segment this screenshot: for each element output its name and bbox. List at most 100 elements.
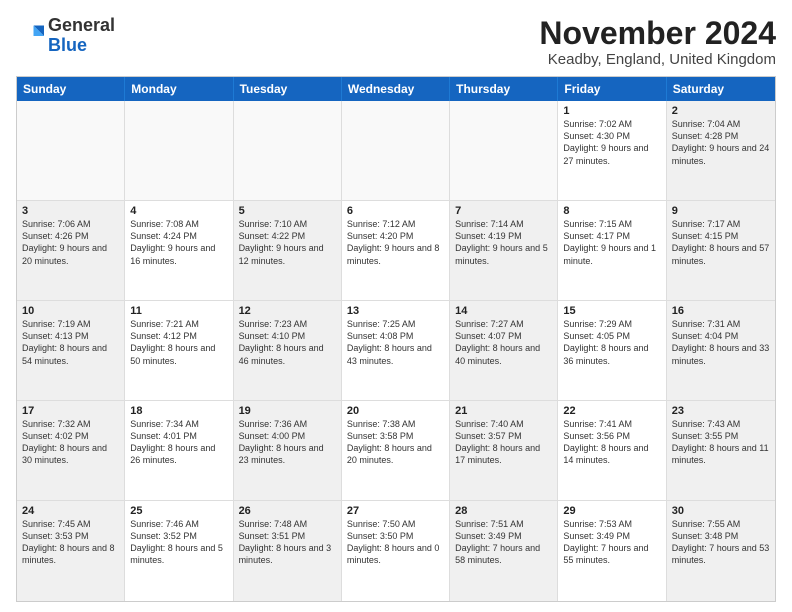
weekday-header: Thursday bbox=[450, 77, 558, 101]
day-info: Sunrise: 7:53 AM Sunset: 3:49 PM Dayligh… bbox=[563, 518, 660, 567]
day-info: Sunrise: 7:34 AM Sunset: 4:01 PM Dayligh… bbox=[130, 418, 227, 467]
day-info: Sunrise: 7:14 AM Sunset: 4:19 PM Dayligh… bbox=[455, 218, 552, 267]
calendar-cell: 4Sunrise: 7:08 AM Sunset: 4:24 PM Daylig… bbox=[125, 201, 233, 300]
calendar-cell: 9Sunrise: 7:17 AM Sunset: 4:15 PM Daylig… bbox=[667, 201, 775, 300]
weekday-header: Tuesday bbox=[234, 77, 342, 101]
calendar-cell: 18Sunrise: 7:34 AM Sunset: 4:01 PM Dayli… bbox=[125, 401, 233, 500]
day-number: 19 bbox=[239, 405, 336, 417]
calendar-cell: 28Sunrise: 7:51 AM Sunset: 3:49 PM Dayli… bbox=[450, 501, 558, 601]
calendar-header: SundayMondayTuesdayWednesdayThursdayFrid… bbox=[17, 77, 775, 101]
calendar: SundayMondayTuesdayWednesdayThursdayFrid… bbox=[16, 76, 776, 602]
day-info: Sunrise: 7:12 AM Sunset: 4:20 PM Dayligh… bbox=[347, 218, 444, 267]
day-info: Sunrise: 7:43 AM Sunset: 3:55 PM Dayligh… bbox=[672, 418, 770, 467]
calendar-cell: 16Sunrise: 7:31 AM Sunset: 4:04 PM Dayli… bbox=[667, 301, 775, 400]
day-info: Sunrise: 7:41 AM Sunset: 3:56 PM Dayligh… bbox=[563, 418, 660, 467]
calendar-row: 10Sunrise: 7:19 AM Sunset: 4:13 PM Dayli… bbox=[17, 301, 775, 401]
logo-general: General bbox=[48, 16, 115, 36]
calendar-cell: 26Sunrise: 7:48 AM Sunset: 3:51 PM Dayli… bbox=[234, 501, 342, 601]
calendar-row: 3Sunrise: 7:06 AM Sunset: 4:26 PM Daylig… bbox=[17, 201, 775, 301]
calendar-cell: 22Sunrise: 7:41 AM Sunset: 3:56 PM Dayli… bbox=[558, 401, 666, 500]
day-number: 11 bbox=[130, 305, 227, 317]
day-info: Sunrise: 7:08 AM Sunset: 4:24 PM Dayligh… bbox=[130, 218, 227, 267]
calendar-cell: 29Sunrise: 7:53 AM Sunset: 3:49 PM Dayli… bbox=[558, 501, 666, 601]
day-number: 1 bbox=[563, 105, 660, 117]
calendar-cell: 7Sunrise: 7:14 AM Sunset: 4:19 PM Daylig… bbox=[450, 201, 558, 300]
day-info: Sunrise: 7:21 AM Sunset: 4:12 PM Dayligh… bbox=[130, 318, 227, 367]
calendar-cell bbox=[450, 101, 558, 200]
day-number: 20 bbox=[347, 405, 444, 417]
day-number: 17 bbox=[22, 405, 119, 417]
logo-icon bbox=[16, 22, 44, 50]
page: General Blue November 2024 Keadby, Engla… bbox=[0, 0, 792, 612]
calendar-cell: 23Sunrise: 7:43 AM Sunset: 3:55 PM Dayli… bbox=[667, 401, 775, 500]
calendar-cell: 11Sunrise: 7:21 AM Sunset: 4:12 PM Dayli… bbox=[125, 301, 233, 400]
calendar-cell: 13Sunrise: 7:25 AM Sunset: 4:08 PM Dayli… bbox=[342, 301, 450, 400]
weekday-header: Monday bbox=[125, 77, 233, 101]
day-info: Sunrise: 7:17 AM Sunset: 4:15 PM Dayligh… bbox=[672, 218, 770, 267]
day-number: 22 bbox=[563, 405, 660, 417]
calendar-cell: 24Sunrise: 7:45 AM Sunset: 3:53 PM Dayli… bbox=[17, 501, 125, 601]
calendar-cell: 5Sunrise: 7:10 AM Sunset: 4:22 PM Daylig… bbox=[234, 201, 342, 300]
day-number: 8 bbox=[563, 205, 660, 217]
weekday-header: Wednesday bbox=[342, 77, 450, 101]
day-info: Sunrise: 7:38 AM Sunset: 3:58 PM Dayligh… bbox=[347, 418, 444, 467]
day-number: 2 bbox=[672, 105, 770, 117]
weekday-header: Friday bbox=[558, 77, 666, 101]
title-block: November 2024 Keadby, England, United Ki… bbox=[539, 16, 776, 68]
day-number: 27 bbox=[347, 505, 444, 517]
calendar-cell: 20Sunrise: 7:38 AM Sunset: 3:58 PM Dayli… bbox=[342, 401, 450, 500]
day-number: 5 bbox=[239, 205, 336, 217]
day-info: Sunrise: 7:15 AM Sunset: 4:17 PM Dayligh… bbox=[563, 218, 660, 267]
weekday-header: Sunday bbox=[17, 77, 125, 101]
day-info: Sunrise: 7:51 AM Sunset: 3:49 PM Dayligh… bbox=[455, 518, 552, 567]
day-number: 28 bbox=[455, 505, 552, 517]
calendar-row: 17Sunrise: 7:32 AM Sunset: 4:02 PM Dayli… bbox=[17, 401, 775, 501]
calendar-cell: 27Sunrise: 7:50 AM Sunset: 3:50 PM Dayli… bbox=[342, 501, 450, 601]
logo-text: General Blue bbox=[48, 16, 115, 56]
day-info: Sunrise: 7:55 AM Sunset: 3:48 PM Dayligh… bbox=[672, 518, 770, 567]
day-info: Sunrise: 7:32 AM Sunset: 4:02 PM Dayligh… bbox=[22, 418, 119, 467]
calendar-cell: 6Sunrise: 7:12 AM Sunset: 4:20 PM Daylig… bbox=[342, 201, 450, 300]
calendar-cell: 12Sunrise: 7:23 AM Sunset: 4:10 PM Dayli… bbox=[234, 301, 342, 400]
day-number: 24 bbox=[22, 505, 119, 517]
weekday-header: Saturday bbox=[667, 77, 775, 101]
day-number: 18 bbox=[130, 405, 227, 417]
day-info: Sunrise: 7:06 AM Sunset: 4:26 PM Dayligh… bbox=[22, 218, 119, 267]
calendar-cell: 19Sunrise: 7:36 AM Sunset: 4:00 PM Dayli… bbox=[234, 401, 342, 500]
day-number: 16 bbox=[672, 305, 770, 317]
day-info: Sunrise: 7:25 AM Sunset: 4:08 PM Dayligh… bbox=[347, 318, 444, 367]
day-number: 25 bbox=[130, 505, 227, 517]
location: Keadby, England, United Kingdom bbox=[539, 51, 776, 68]
day-number: 23 bbox=[672, 405, 770, 417]
calendar-cell: 2Sunrise: 7:04 AM Sunset: 4:28 PM Daylig… bbox=[667, 101, 775, 200]
calendar-body: 1Sunrise: 7:02 AM Sunset: 4:30 PM Daylig… bbox=[17, 101, 775, 601]
header: General Blue November 2024 Keadby, Engla… bbox=[16, 16, 776, 68]
day-number: 21 bbox=[455, 405, 552, 417]
logo-blue: Blue bbox=[48, 36, 115, 56]
day-number: 13 bbox=[347, 305, 444, 317]
day-info: Sunrise: 7:50 AM Sunset: 3:50 PM Dayligh… bbox=[347, 518, 444, 567]
day-number: 29 bbox=[563, 505, 660, 517]
calendar-row: 1Sunrise: 7:02 AM Sunset: 4:30 PM Daylig… bbox=[17, 101, 775, 201]
day-info: Sunrise: 7:31 AM Sunset: 4:04 PM Dayligh… bbox=[672, 318, 770, 367]
day-info: Sunrise: 7:40 AM Sunset: 3:57 PM Dayligh… bbox=[455, 418, 552, 467]
day-number: 3 bbox=[22, 205, 119, 217]
day-info: Sunrise: 7:45 AM Sunset: 3:53 PM Dayligh… bbox=[22, 518, 119, 567]
calendar-cell: 15Sunrise: 7:29 AM Sunset: 4:05 PM Dayli… bbox=[558, 301, 666, 400]
day-info: Sunrise: 7:36 AM Sunset: 4:00 PM Dayligh… bbox=[239, 418, 336, 467]
day-number: 6 bbox=[347, 205, 444, 217]
calendar-cell: 21Sunrise: 7:40 AM Sunset: 3:57 PM Dayli… bbox=[450, 401, 558, 500]
calendar-cell: 8Sunrise: 7:15 AM Sunset: 4:17 PM Daylig… bbox=[558, 201, 666, 300]
day-info: Sunrise: 7:27 AM Sunset: 4:07 PM Dayligh… bbox=[455, 318, 552, 367]
day-number: 30 bbox=[672, 505, 770, 517]
calendar-cell: 10Sunrise: 7:19 AM Sunset: 4:13 PM Dayli… bbox=[17, 301, 125, 400]
day-info: Sunrise: 7:02 AM Sunset: 4:30 PM Dayligh… bbox=[563, 118, 660, 167]
calendar-row: 24Sunrise: 7:45 AM Sunset: 3:53 PM Dayli… bbox=[17, 501, 775, 601]
day-info: Sunrise: 7:29 AM Sunset: 4:05 PM Dayligh… bbox=[563, 318, 660, 367]
day-info: Sunrise: 7:04 AM Sunset: 4:28 PM Dayligh… bbox=[672, 118, 770, 167]
day-info: Sunrise: 7:23 AM Sunset: 4:10 PM Dayligh… bbox=[239, 318, 336, 367]
day-number: 12 bbox=[239, 305, 336, 317]
day-number: 26 bbox=[239, 505, 336, 517]
calendar-cell bbox=[125, 101, 233, 200]
calendar-cell bbox=[234, 101, 342, 200]
